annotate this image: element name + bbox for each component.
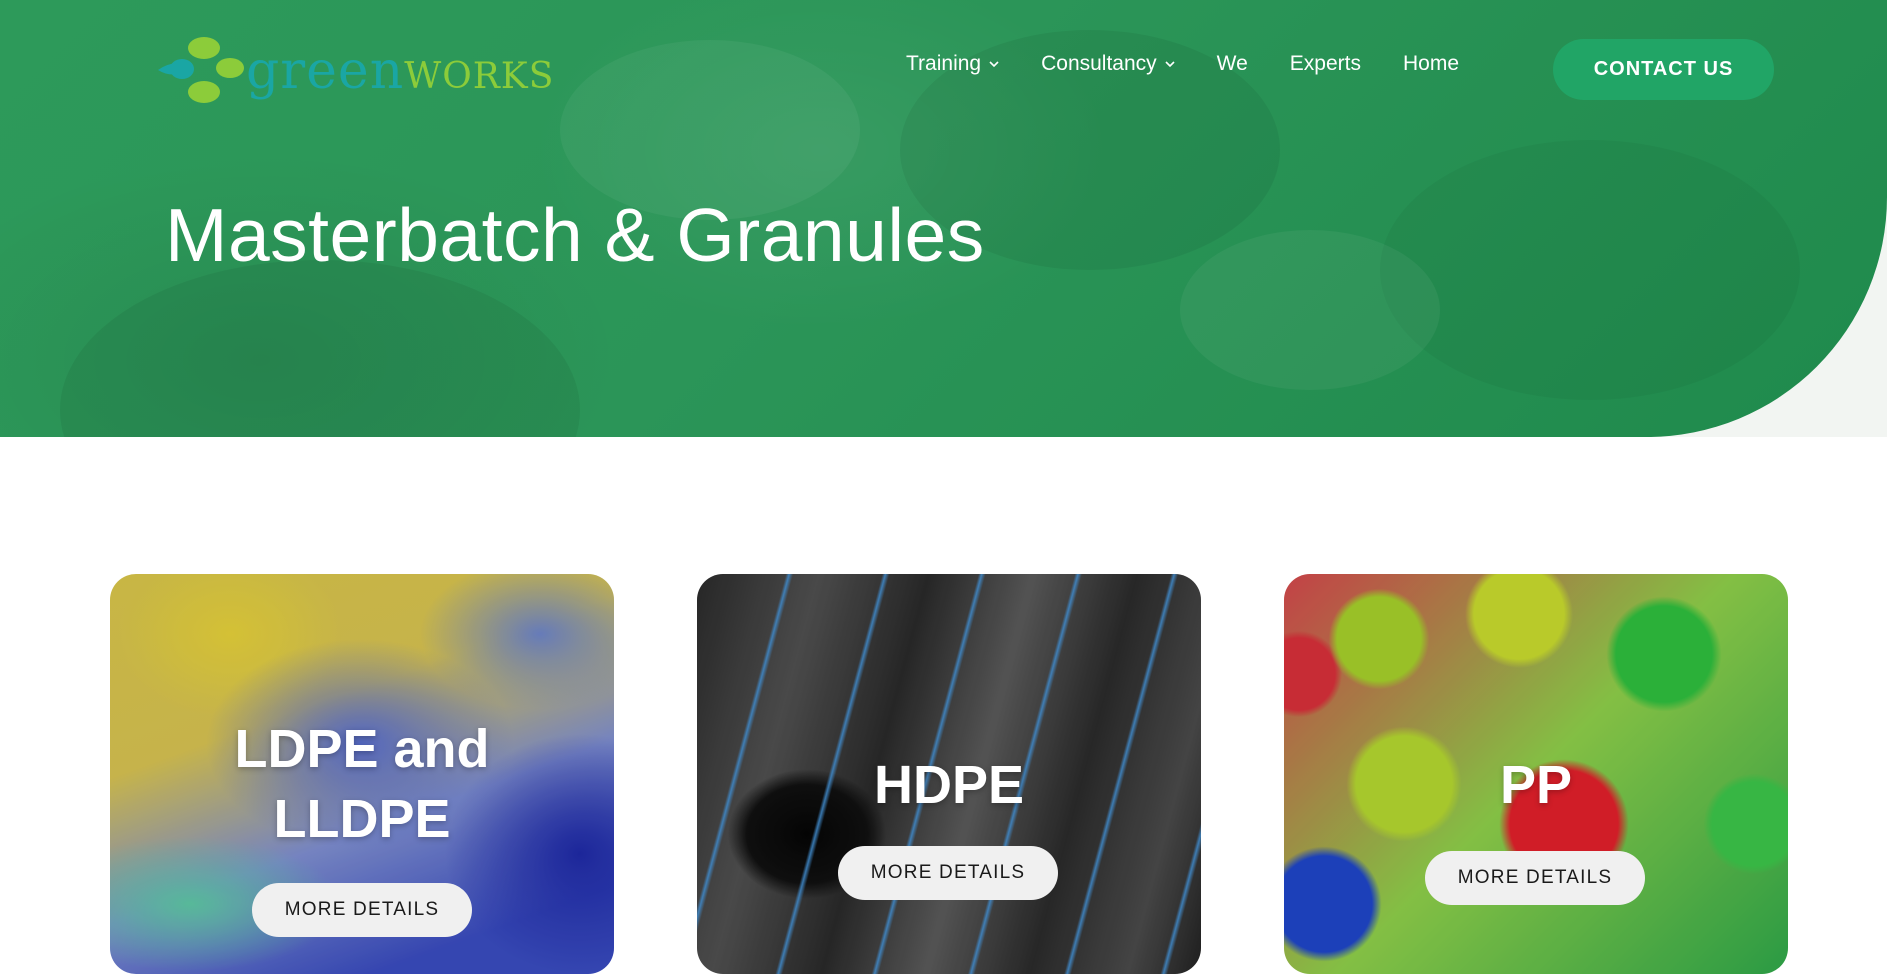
chevron-down-icon [1165, 61, 1175, 68]
main-navigation: Training Consultancy We Experts Home [906, 52, 1501, 76]
hero-photo-highlight [1180, 230, 1440, 390]
nav-item-home[interactable]: Home [1403, 52, 1459, 76]
hero-photo-shade [1380, 140, 1800, 400]
product-card-ldpe[interactable]: LDPE and LLDPE MORE DETAILS [110, 574, 614, 974]
more-details-button[interactable]: MORE DETAILS [838, 846, 1058, 900]
contact-us-button[interactable]: CONTACT US [1553, 39, 1774, 100]
nav-item-experts[interactable]: Experts [1290, 52, 1361, 76]
nav-item-label: Consultancy [1041, 52, 1157, 75]
logo-word-green: green [246, 41, 405, 101]
more-details-button[interactable]: MORE DETAILS [252, 883, 472, 937]
nav-item-label: Home [1402, 52, 1460, 75]
nav-item-label: Training [906, 52, 982, 75]
logo-wordmark: greenworks [246, 45, 554, 97]
hero-photo-shade [60, 260, 580, 437]
hero-banner: greenworks Training Consultancy We Exper… [0, 0, 1887, 437]
leaf-logo-icon [158, 37, 244, 103]
card-title: HDPE [873, 755, 1025, 815]
site-logo[interactable]: greenworks [152, 34, 554, 108]
nav-item-label: We [1216, 52, 1248, 75]
card-title: LDPE and LLDPE [234, 719, 490, 849]
product-card-pp[interactable]: PP MORE DETAILS [1284, 574, 1788, 974]
nav-item-training[interactable]: Training [906, 52, 999, 76]
nav-item-we[interactable]: We [1217, 52, 1248, 76]
logo-word-works: works [404, 41, 555, 101]
more-details-button[interactable]: MORE DETAILS [1425, 851, 1645, 905]
chevron-down-icon [989, 61, 999, 68]
nav-item-label: Experts [1289, 52, 1361, 75]
page-title: Masterbatch & Granules [165, 193, 985, 277]
product-card-hdpe[interactable]: HDPE MORE DETAILS [697, 574, 1201, 974]
card-title: PP [1499, 755, 1573, 815]
nav-item-consultancy[interactable]: Consultancy [1041, 52, 1175, 76]
